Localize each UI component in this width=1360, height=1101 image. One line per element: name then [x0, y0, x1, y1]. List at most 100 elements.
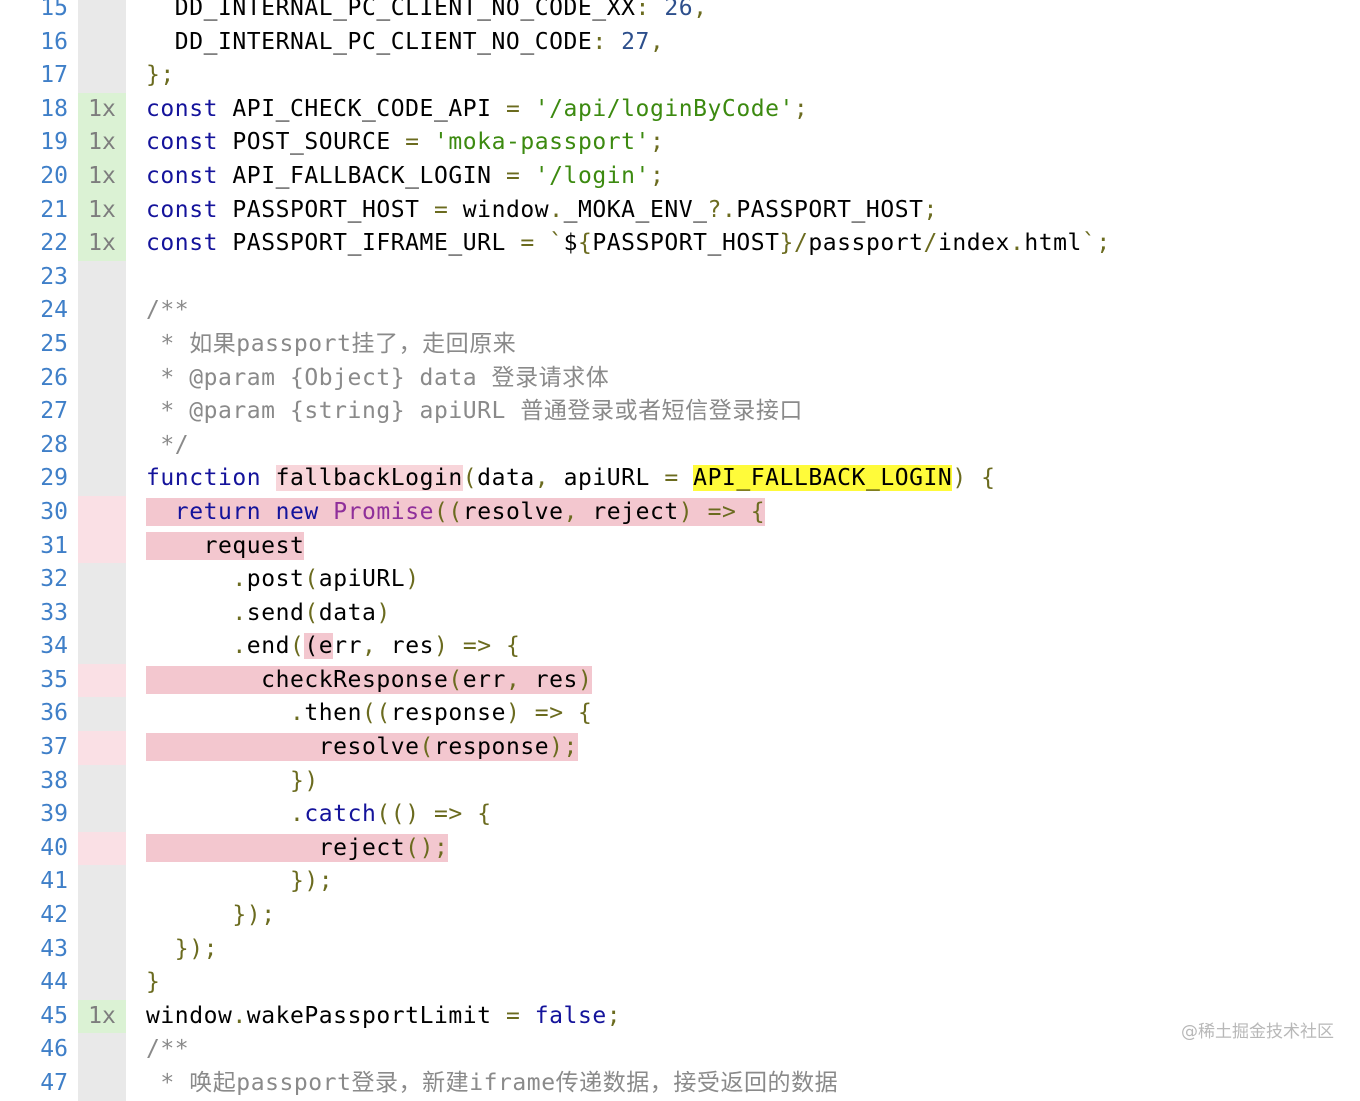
- coverage-count: 1x: [78, 193, 126, 228]
- coverage-count: [78, 865, 126, 900]
- code-text: }: [146, 969, 161, 996]
- line-number: 30: [40, 498, 68, 525]
- code-line[interactable]: 44}: [0, 966, 1360, 1000]
- coverage-count: [78, 529, 126, 564]
- code-line[interactable]: 38 }): [0, 764, 1360, 799]
- line-number: 21: [40, 196, 68, 223]
- coverage-count: 1x: [78, 999, 126, 1034]
- line-number: 45: [40, 1002, 68, 1029]
- code-line[interactable]: 36 .then((response) => {: [0, 697, 1360, 732]
- coverage-count: [78, 1067, 126, 1101]
- line-number: 38: [40, 767, 68, 794]
- code-text: .post(apiURL): [232, 566, 420, 593]
- code-text: /**: [146, 297, 190, 324]
- coverage-count: [78, 0, 126, 26]
- coverage-count: 1x: [78, 227, 126, 261]
- code-line[interactable]: 45 1x window.wakePassportLimit = false;: [0, 999, 1360, 1034]
- coverage-count: [78, 563, 126, 597]
- code-text: /**: [146, 1036, 190, 1063]
- code-line[interactable]: 26 * @param {Object} data 登录请求体: [0, 361, 1360, 396]
- code-text: * 如果passport挂了，走回原来: [146, 330, 517, 357]
- code-line[interactable]: 16 DD_INTERNAL_PC_CLIENT_NO_CODE: 27,: [0, 25, 1360, 60]
- code-text: request: [146, 531, 305, 560]
- code-line[interactable]: 43 });: [0, 932, 1360, 967]
- code-line[interactable]: 42 });: [0, 899, 1360, 933]
- coverage-count: [78, 899, 126, 933]
- code-line[interactable]: 35 checkResponse(err, res): [0, 663, 1360, 698]
- coverage-count: [78, 932, 126, 967]
- code-text: window.wakePassportLimit = false;: [146, 1002, 622, 1029]
- line-number: 32: [40, 566, 68, 593]
- code-text: reject();: [146, 833, 449, 862]
- line-number: 40: [40, 834, 68, 861]
- code-text: * @param {string} apiURL 普通登录或者短信登录接口: [146, 398, 803, 425]
- code-text: });: [232, 902, 276, 929]
- line-number: 33: [40, 599, 68, 626]
- code-line[interactable]: 18 1x const API_CHECK_CODE_API = '/api/log…: [0, 92, 1360, 127]
- coverage-count: [78, 831, 126, 866]
- code-text: const API_CHECK_CODE_API = '/api/loginBy…: [146, 95, 809, 122]
- coverage-count: [78, 361, 126, 396]
- code-line[interactable]: 24 /**: [0, 294, 1360, 328]
- code-text: resolve(response);: [146, 733, 578, 762]
- line-number: 44: [40, 969, 68, 996]
- code-line[interactable]: 29 function fallbackLogin(data, apiURL = …: [0, 462, 1360, 496]
- code-line[interactable]: 46 /**: [0, 1033, 1360, 1067]
- coverage-count: [78, 327, 126, 362]
- coverage-count: [78, 59, 126, 93]
- coverage-count: [78, 764, 126, 799]
- code-line[interactable]: 37 resolve(response);: [0, 731, 1360, 765]
- code-line[interactable]: 22 1x const PASSPORT_IFRAME_URL = `${PASSP…: [0, 227, 1360, 261]
- line-number: 26: [40, 364, 68, 391]
- line-number: 35: [40, 666, 68, 693]
- coverage-count: [78, 25, 126, 60]
- coverage-count: [78, 966, 126, 1000]
- code-text: checkResponse(err, res): [146, 665, 593, 694]
- code-line[interactable]: 31 request: [0, 529, 1360, 564]
- code-line[interactable]: 27 * @param {string} apiURL 普通登录或者短信登录接口: [0, 395, 1360, 429]
- code-line[interactable]: 33 .send(data): [0, 596, 1360, 631]
- code-text: .send(data): [232, 599, 391, 626]
- code-line[interactable]: 25 * 如果passport挂了，走回原来: [0, 327, 1360, 362]
- code-line[interactable]: 34 .end((err, res) => {: [0, 630, 1360, 664]
- code-line[interactable]: 39 .catch(() => {: [0, 798, 1360, 832]
- code-text: * @param {Object} data 登录请求体: [146, 364, 610, 391]
- code-text: const API_FALLBACK_LOGIN = '/login';: [146, 162, 665, 189]
- code-editor[interactable]: 15 DD_INTERNAL_PC_CLIENT_NO_CODE_XX: 26,…: [0, 0, 1360, 1101]
- line-number: 29: [40, 465, 68, 492]
- line-number: 22: [40, 230, 68, 257]
- line-number: 15: [40, 0, 68, 21]
- coverage-count: 1x: [78, 92, 126, 127]
- code-text: DD_INTERNAL_PC_CLIENT_NO_CODE: 27,: [146, 28, 665, 55]
- code-line[interactable]: 19 1x const POST_SOURCE = 'moka-passport';: [0, 126, 1360, 160]
- code-line[interactable]: 32 .post(apiURL): [0, 563, 1360, 597]
- code-line[interactable]: 28 */: [0, 428, 1360, 463]
- coverage-count: [78, 395, 126, 429]
- code-text: });: [289, 868, 334, 895]
- coverage-count: [78, 260, 126, 295]
- line-number: 24: [40, 297, 68, 324]
- line-number: 47: [40, 1070, 68, 1096]
- code-line[interactable]: 17};: [0, 59, 1360, 93]
- watermark: @稀土掘金技术社区: [1181, 1022, 1334, 1042]
- coverage-count: 1x: [78, 126, 126, 160]
- line-number: 37: [40, 734, 68, 761]
- code-line[interactable]: 30 return new Promise((resolve, reject) …: [0, 495, 1360, 530]
- code-text: .catch(() => {: [289, 801, 492, 828]
- code-line[interactable]: 23: [0, 260, 1360, 295]
- coverage-count: [78, 630, 126, 664]
- line-number: 41: [40, 868, 68, 895]
- code-line[interactable]: 40 reject();: [0, 831, 1360, 866]
- code-line[interactable]: 20 1x const API_FALLBACK_LOGIN = '/login';: [0, 159, 1360, 194]
- code-text: const POST_SOURCE = 'moka-passport';: [146, 129, 665, 156]
- code-line[interactable]: 15 DD_INTERNAL_PC_CLIENT_NO_CODE_XX: 26,: [0, 0, 1360, 26]
- code-line[interactable]: 47 * 唤起passport登录，新建iframe传递数据，接受返回的数据: [0, 1067, 1360, 1101]
- line-number: 17: [40, 62, 68, 89]
- coverage-count: [78, 697, 126, 732]
- code-line[interactable]: 41 });: [0, 865, 1360, 900]
- line-number: 31: [40, 532, 68, 559]
- code-text: function fallbackLogin(data, apiURL = AP…: [146, 465, 996, 492]
- code-line[interactable]: 21 1x const PASSPORT_HOST = window._MOKA_E…: [0, 193, 1360, 228]
- code-text: * 唤起passport登录，新建iframe传递数据，接受返回的数据: [146, 1070, 839, 1096]
- coverage-count: [78, 294, 126, 328]
